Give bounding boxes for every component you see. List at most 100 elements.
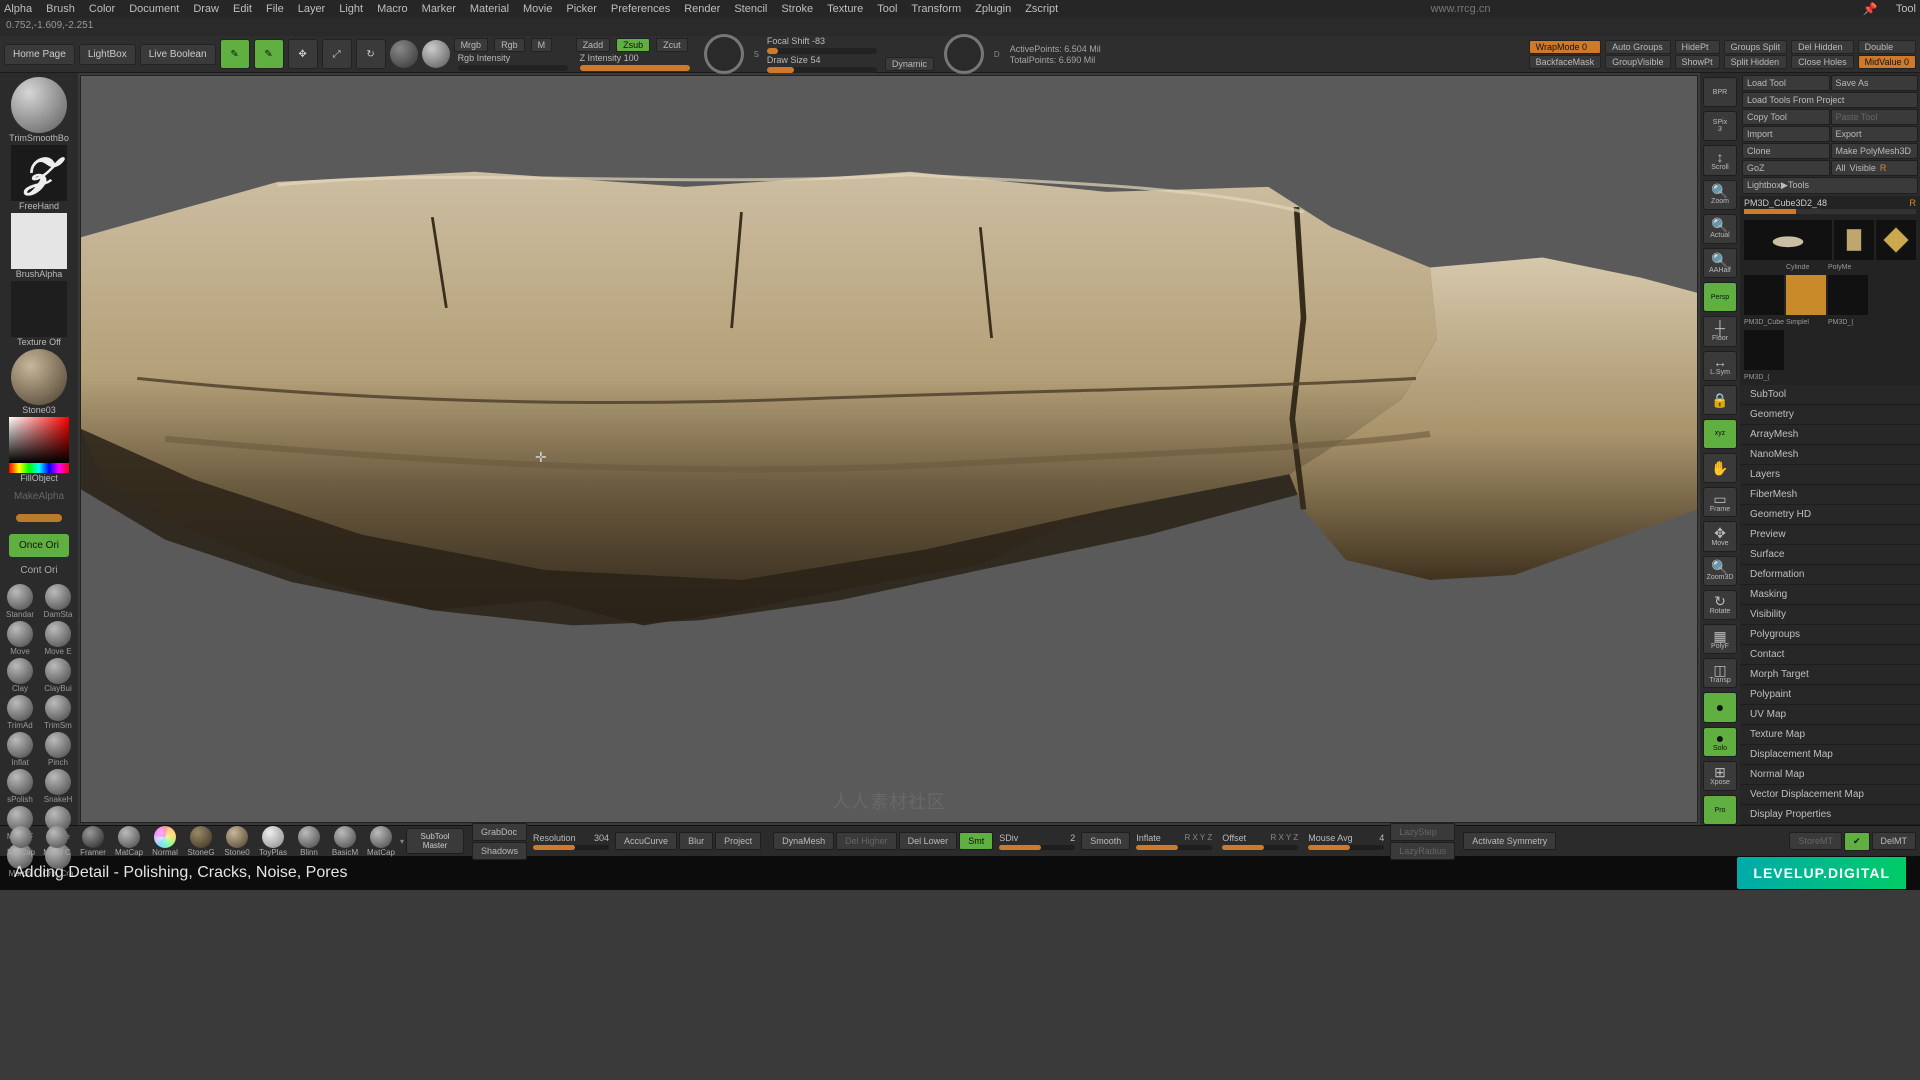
copy-tool-button[interactable]: Copy Tool xyxy=(1742,109,1830,125)
brush-move-elastic[interactable]: Move E xyxy=(41,621,75,656)
brush-damstandard[interactable]: DamSta xyxy=(41,584,75,619)
tool-thumb-active[interactable] xyxy=(1744,220,1832,260)
menu-draw[interactable]: Draw xyxy=(193,3,219,15)
mat-matcap3[interactable]: MatCap xyxy=(364,826,398,857)
color-picker[interactable]: FillObject xyxy=(7,417,71,483)
accordion-polypaint[interactable]: Polypaint xyxy=(1740,685,1920,705)
accordion-preview[interactable]: Preview xyxy=(1740,525,1920,545)
smt-button[interactable]: Smt xyxy=(959,832,993,850)
menu-color[interactable]: Color xyxy=(89,3,115,15)
lock-button[interactable]: 🔒 xyxy=(1703,385,1737,415)
ghost-button[interactable]: ● xyxy=(1703,692,1737,722)
material-preview-sphere2[interactable] xyxy=(422,40,450,68)
edit-mode-button[interactable]: ✎ xyxy=(220,39,250,69)
solo-button[interactable]: ●Solo xyxy=(1703,727,1737,757)
brush-move[interactable]: Move xyxy=(3,621,37,656)
accordion-visibility[interactable]: Visibility xyxy=(1740,605,1920,625)
brush-inflat[interactable]: Inflat xyxy=(3,732,37,767)
actual-button[interactable]: 🔍Actual xyxy=(1703,214,1737,244)
accordion-nanomesh[interactable]: NanoMesh xyxy=(1740,445,1920,465)
accordion-fibermesh[interactable]: FiberMesh xyxy=(1740,485,1920,505)
alpha-slot[interactable]: BrushAlpha xyxy=(7,213,71,279)
mat-normal[interactable]: Normal xyxy=(148,826,182,857)
clone-button[interactable]: Clone xyxy=(1742,143,1830,159)
menu-light[interactable]: Light xyxy=(339,3,363,15)
accordion-arraymesh[interactable]: ArrayMesh xyxy=(1740,425,1920,445)
menu-movie[interactable]: Movie xyxy=(523,3,552,15)
mat-stoneg[interactable]: StoneG xyxy=(184,826,218,857)
accordion-geometry[interactable]: Geometry xyxy=(1740,405,1920,425)
mat-toyplastic[interactable]: ToyPlas xyxy=(256,826,290,857)
mat-metal[interactable]: Metal C xyxy=(40,826,74,857)
tool-thumb-pm3d2[interactable] xyxy=(1828,275,1868,315)
dynamesh-button[interactable]: DynaMesh xyxy=(773,832,834,850)
menu-macro[interactable]: Macro xyxy=(377,3,408,15)
offset-slider[interactable]: OffsetR X Y Z xyxy=(1222,833,1298,850)
menu-picker[interactable]: Picker xyxy=(566,3,597,15)
brush-pinch[interactable]: Pinch xyxy=(41,732,75,767)
menu-texture[interactable]: Texture xyxy=(827,3,863,15)
lsym-button[interactable]: ↔L.Sym xyxy=(1703,351,1737,381)
transp-button[interactable]: ◫Transp xyxy=(1703,658,1737,688)
midvalue-button[interactable]: MidValue 0 xyxy=(1858,55,1916,69)
accordion-texturemap[interactable]: Texture Map xyxy=(1740,725,1920,745)
resolution-slider[interactable]: Resolution304 xyxy=(533,833,609,850)
mouseavg-slider[interactable]: Mouse Avg4 xyxy=(1308,833,1384,850)
menu-stroke[interactable]: Stroke xyxy=(781,3,813,15)
menu-zplugin[interactable]: Zplugin xyxy=(975,3,1011,15)
export-button[interactable]: Export xyxy=(1831,126,1919,142)
paste-tool-button[interactable]: Paste Tool xyxy=(1831,109,1919,125)
move-mode-button[interactable]: ✥ xyxy=(288,39,318,69)
import-button[interactable]: Import xyxy=(1742,126,1830,142)
accordion-layers[interactable]: Layers xyxy=(1740,465,1920,485)
accordion-display[interactable]: Display Properties xyxy=(1740,805,1920,825)
mrgb-button[interactable]: Mrgb xyxy=(454,38,489,52)
xyz-button[interactable]: xyz xyxy=(1703,419,1737,449)
subtool-master-button[interactable]: SubToolMaster xyxy=(406,828,464,854)
menu-layer[interactable]: Layer xyxy=(298,3,326,15)
once-ori-button[interactable]: Once Ori xyxy=(9,534,69,557)
stroke-slot[interactable]: 𝓩FreeHand xyxy=(7,145,71,211)
inflate-slider[interactable]: InflateR X Y Z xyxy=(1136,833,1212,850)
tool-thumb-simple[interactable] xyxy=(1786,275,1826,315)
splithidden-button[interactable]: Split Hidden xyxy=(1724,55,1788,69)
zoom3d-button[interactable]: 🔍Zoom3D xyxy=(1703,556,1737,586)
lightbox-button[interactable]: LightBox xyxy=(79,44,136,65)
scale-mode-button[interactable]: ⤢ xyxy=(322,39,352,69)
mat-matcap2[interactable]: MatCap xyxy=(112,826,146,857)
mat-basicm[interactable]: BasicM xyxy=(328,826,362,857)
tool-thumb-pm3dcube[interactable] xyxy=(1744,275,1784,315)
menu-brush[interactable]: Brush xyxy=(46,3,75,15)
load-tool-button[interactable]: Load Tool xyxy=(1742,75,1830,91)
zsub-button[interactable]: Zsub xyxy=(616,38,650,52)
mat-framer[interactable]: Framer xyxy=(76,826,110,857)
menu-zscript[interactable]: Zscript xyxy=(1025,3,1058,15)
pin-icon[interactable]: 📌 xyxy=(1863,2,1878,16)
dellower-button[interactable]: Del Lower xyxy=(899,832,958,850)
mat-matcap[interactable]: MatCap xyxy=(4,826,38,857)
load-from-project-button[interactable]: Load Tools From Project xyxy=(1742,92,1918,108)
menu-transform[interactable]: Transform xyxy=(911,3,961,15)
accordion-morphtarget[interactable]: Morph Target xyxy=(1740,665,1920,685)
grabdoc-button[interactable]: GrabDoc xyxy=(472,823,527,841)
makealpha-button[interactable]: MakeAlpha xyxy=(14,491,64,502)
gradient-icon[interactable] xyxy=(16,514,62,522)
closeholes-button[interactable]: Close Holes xyxy=(1791,55,1854,69)
hidept-button[interactable]: HidePt xyxy=(1675,40,1720,54)
goz-r-button[interactable]: R xyxy=(1880,163,1887,173)
cont-ori-button[interactable]: Cont Ori xyxy=(20,565,57,576)
spix-button[interactable]: SPix3 xyxy=(1703,111,1737,141)
draw-size-slider[interactable]: Draw Size 54 xyxy=(767,55,877,73)
backfacemask-button[interactable]: BackfaceMask xyxy=(1529,55,1602,69)
dynamic-button[interactable]: Dynamic xyxy=(885,57,934,71)
menu-file[interactable]: File xyxy=(266,3,284,15)
live-boolean-button[interactable]: Live Boolean xyxy=(140,44,216,65)
lazystep-button[interactable]: LazyStep xyxy=(1390,823,1455,841)
goz-visible-button[interactable]: Visible xyxy=(1850,163,1876,173)
home-page-button[interactable]: Home Page xyxy=(4,44,75,65)
accordion-polygroups[interactable]: Polygroups xyxy=(1740,625,1920,645)
menu-edit[interactable]: Edit xyxy=(233,3,252,15)
focal-shift-slider[interactable]: Focal Shift -83 xyxy=(767,36,930,54)
mat-stone0[interactable]: Stone0 xyxy=(220,826,254,857)
z-intensity-slider[interactable]: Z Intensity 100 xyxy=(580,53,690,71)
